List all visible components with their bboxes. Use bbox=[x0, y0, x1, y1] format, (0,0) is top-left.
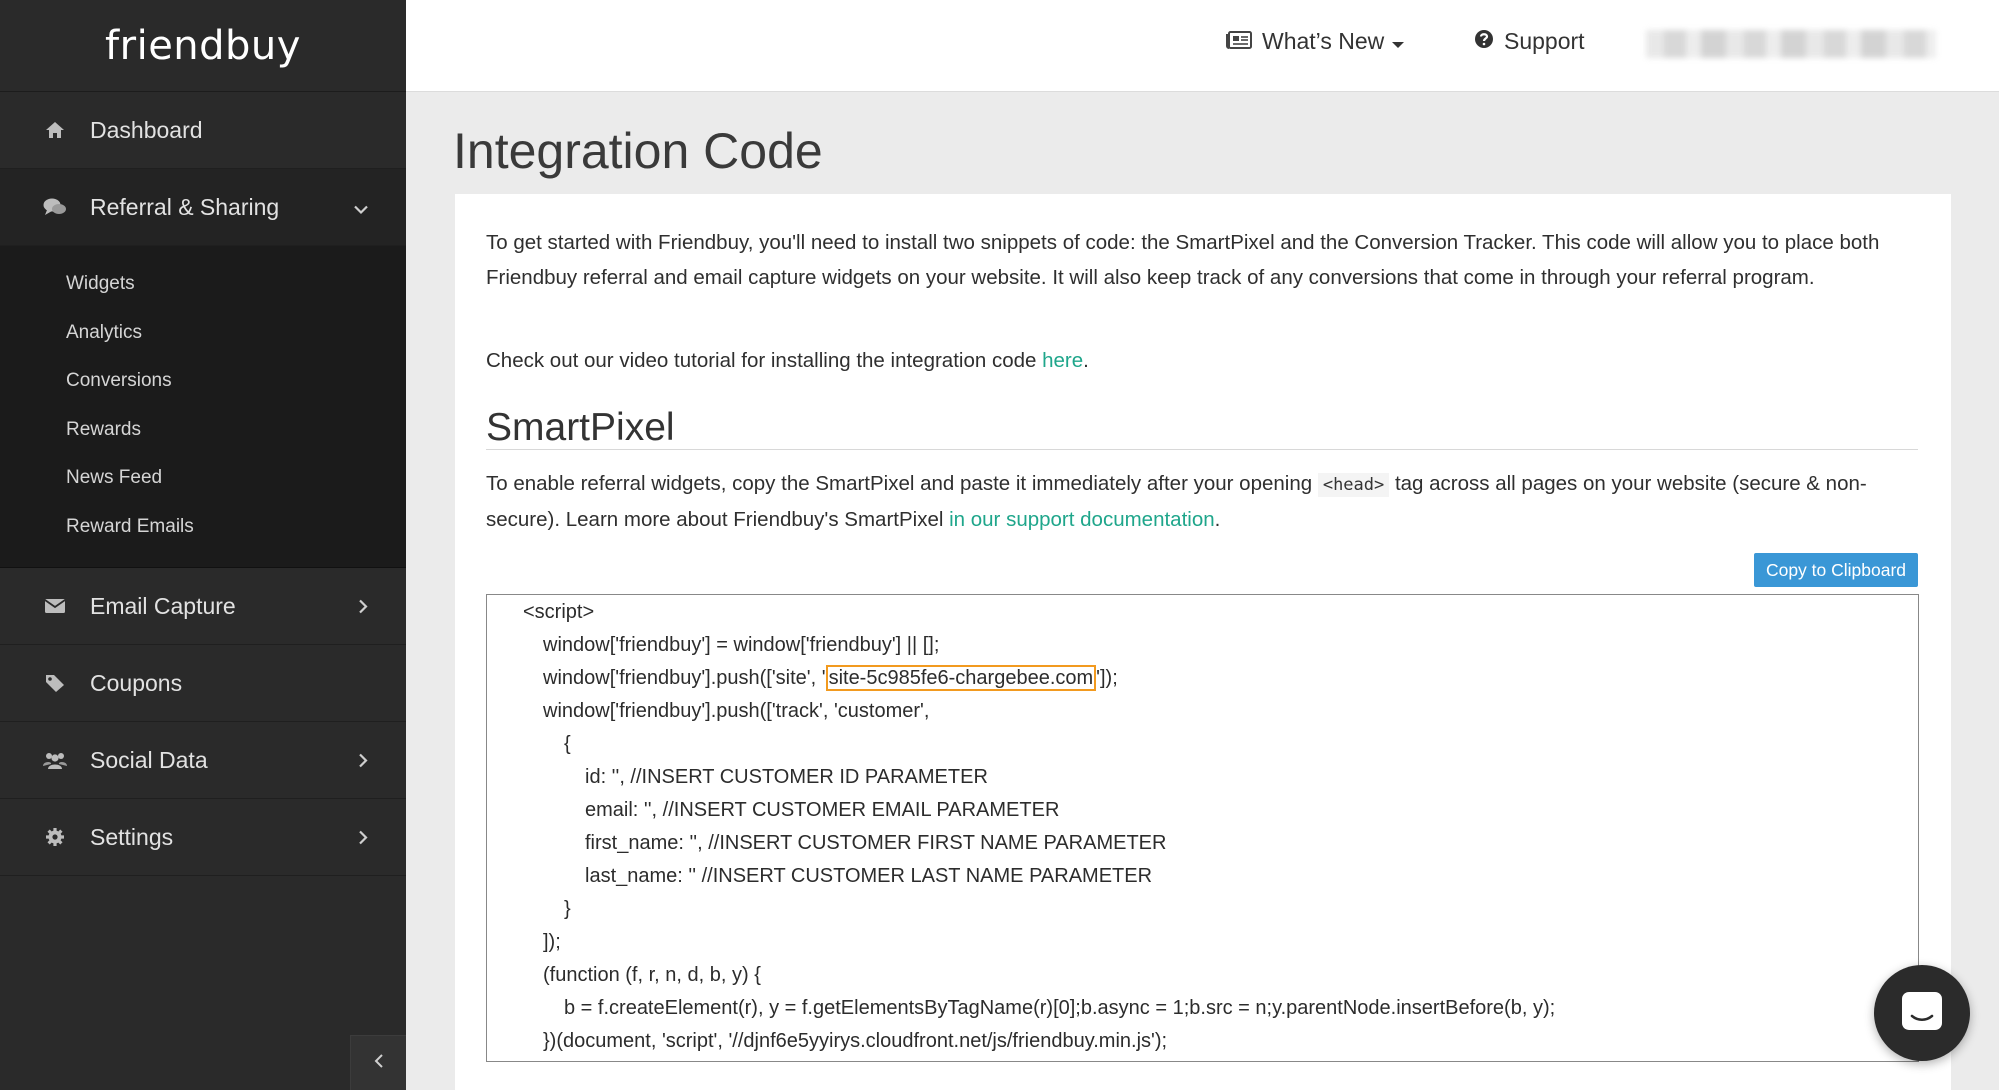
smartpixel-description: To enable referral widgets, copy the Sma… bbox=[486, 467, 1926, 537]
chevron-right-icon bbox=[358, 747, 368, 774]
sidebar-item-dashboard[interactable]: Dashboard bbox=[0, 92, 406, 169]
subnav-item-widgets[interactable]: Widgets bbox=[0, 260, 406, 309]
support-label: Support bbox=[1504, 28, 1585, 54]
code-line: (function (f, r, n, d, b, y) { bbox=[543, 964, 761, 986]
logo-text: friendbuy bbox=[105, 22, 301, 69]
page-title: Integration Code bbox=[453, 123, 823, 179]
sidebar-item-referral-sharing[interactable]: Referral & Sharing bbox=[0, 169, 406, 246]
top-bar: What’s New Support bbox=[406, 0, 1999, 92]
copy-to-clipboard-button[interactable]: Copy to Clipboard bbox=[1754, 553, 1918, 587]
envelope-icon bbox=[42, 598, 68, 614]
sidebar-item-label: Email Capture bbox=[90, 592, 236, 619]
heading-divider bbox=[486, 449, 1918, 450]
whats-new-label: What’s New bbox=[1262, 28, 1385, 54]
chevron-left-icon bbox=[374, 1053, 384, 1073]
chat-launcher-button[interactable] bbox=[1874, 965, 1970, 1061]
code-line: first_name: '', //INSERT CUSTOMER FIRST … bbox=[585, 832, 1167, 854]
sidebar-item-settings[interactable]: Settings bbox=[0, 799, 406, 876]
code-line-site-prefix: window['friendbuy'].push(['site', ' bbox=[543, 667, 826, 689]
tag-icon bbox=[42, 673, 68, 693]
sidebar-item-social-data[interactable]: Social Data bbox=[0, 722, 406, 799]
head-tag-code: <head> bbox=[1317, 473, 1390, 497]
code-line-site: window['friendbuy'].push(['site', ' site-… bbox=[543, 665, 1118, 691]
code-line: } bbox=[564, 898, 571, 920]
support-link[interactable]: Support bbox=[1474, 28, 1585, 55]
sidebar-item-label: Referral & Sharing bbox=[90, 193, 280, 220]
site-id-highlight: site-5c985fe6-chargebee.com bbox=[825, 665, 1097, 691]
whats-new-dropdown[interactable]: What’s New bbox=[1226, 28, 1414, 55]
code-line: window['friendbuy'].push(['track', 'cust… bbox=[543, 700, 930, 722]
smartpixel-text-3: . bbox=[1214, 507, 1221, 531]
smartpixel-code-box[interactable]: <script> window['friendbuy'] = window['f… bbox=[486, 594, 1919, 1062]
collapse-sidebar-button[interactable] bbox=[350, 1035, 406, 1090]
subnav-item-rewards[interactable]: Rewards bbox=[0, 406, 406, 455]
intro-text: To get started with Friendbuy, you'll ne… bbox=[486, 231, 1880, 289]
subnav-item-reward-emails[interactable]: Reward Emails bbox=[0, 503, 406, 552]
sidebar-item-label: Coupons bbox=[90, 669, 183, 696]
code-line: email: '', //INSERT CUSTOMER EMAIL PARAM… bbox=[585, 799, 1060, 821]
sidebar-item-coupons[interactable]: Coupons bbox=[0, 645, 406, 722]
code-line: <script> bbox=[523, 601, 595, 623]
sidebar-item-label: Social Data bbox=[90, 746, 208, 773]
integration-panel: To get started with Friendbuy, you'll ne… bbox=[455, 194, 1951, 1090]
code-line: window['friendbuy'] = window['friendbuy'… bbox=[543, 634, 940, 656]
code-line: b = f.createElement(r), y = f.getElement… bbox=[564, 997, 1556, 1019]
question-circle-icon bbox=[1474, 28, 1504, 55]
sidebar-item-label: Dashboard bbox=[90, 116, 203, 143]
smartpixel-text-1: To enable referral widgets, copy the Sma… bbox=[486, 472, 1318, 495]
video-tutorial-suffix: . bbox=[1083, 349, 1089, 372]
subnav-item-news-feed[interactable]: News Feed bbox=[0, 454, 406, 503]
subnav-item-conversions[interactable]: Conversions bbox=[0, 357, 406, 406]
gear-icon bbox=[42, 827, 68, 847]
home-icon bbox=[42, 121, 68, 139]
users-icon bbox=[42, 750, 68, 770]
newspaper-icon bbox=[1226, 28, 1262, 55]
sidebar-item-email-capture[interactable]: Email Capture bbox=[0, 568, 406, 645]
code-line: ]); bbox=[543, 931, 561, 953]
chevron-right-icon bbox=[358, 824, 368, 851]
user-account-menu[interactable] bbox=[1646, 30, 1936, 58]
code-line-site-suffix: ']); bbox=[1096, 667, 1118, 689]
video-tutorial-link[interactable]: here bbox=[1042, 349, 1083, 372]
caret-down-icon bbox=[1392, 28, 1414, 55]
code-line: last_name: '' //INSERT CUSTOMER LAST NAM… bbox=[585, 865, 1153, 887]
chat-icon bbox=[1900, 990, 1944, 1037]
sidebar-item-label: Settings bbox=[90, 823, 174, 850]
code-line: { bbox=[564, 733, 571, 755]
friendbuy-logo[interactable]: friendbuy bbox=[0, 0, 406, 92]
chevron-down-icon bbox=[354, 194, 368, 221]
comments-icon bbox=[42, 197, 68, 217]
support-documentation-link[interactable]: in our support documentation bbox=[949, 508, 1215, 531]
subnav-item-analytics[interactable]: Analytics bbox=[0, 309, 406, 358]
referral-subnav: Widgets Analytics Conversions Rewards Ne… bbox=[0, 246, 406, 568]
code-line: })(document, 'script', '//djnf6e5yyirys.… bbox=[543, 1030, 1168, 1052]
smartpixel-heading: SmartPixel bbox=[486, 406, 675, 449]
code-line: id: '', //INSERT CUSTOMER ID PARAMETER bbox=[585, 766, 988, 788]
video-tutorial-text: Check out our video tutorial for install… bbox=[486, 344, 1926, 379]
chevron-right-icon bbox=[358, 593, 368, 620]
video-tutorial-prefix: Check out our video tutorial for install… bbox=[486, 349, 1043, 372]
sidebar: friendbuy Dashboard Referral & Sharing W… bbox=[0, 0, 406, 1090]
